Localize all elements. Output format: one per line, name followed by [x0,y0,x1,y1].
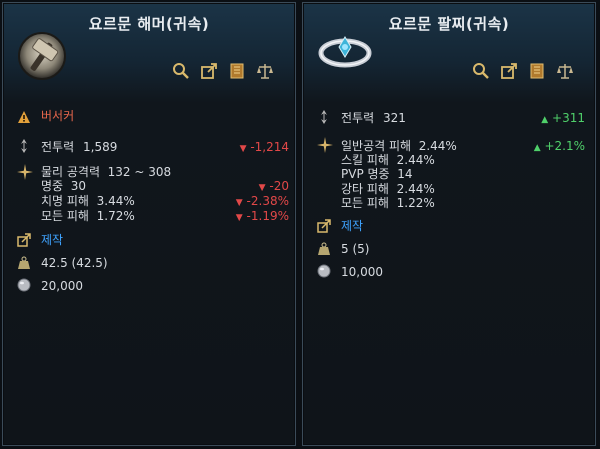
combat-power-label: 전투력 [341,111,375,125]
book-icon[interactable] [227,61,247,81]
search-icon[interactable] [171,61,191,81]
stat-row-3: 치명 피해 3.44% [41,194,135,208]
external-link-icon[interactable] [499,61,519,81]
stat-row-1: 물리 공격력 132 ~ 308 [41,165,172,179]
decrease-icon: ▼ [239,144,247,154]
weight-icon [17,255,31,269]
combat-power-icon [317,109,331,124]
stat-diff-3: ▼ -2.38% [235,194,289,208]
stat-diff-2: ▼ -20 [258,179,289,193]
stat-row-5: 모든 피해 1.22% [341,196,435,210]
combat-power-value: 321 [383,111,406,125]
coin-icon [317,263,331,278]
stat-row-1: 일반공격 피해 2.44% [341,139,457,153]
class-restriction: 버서커 [41,109,75,123]
stat-row-3: PVP 명중 14 [341,167,413,181]
combat-power-diff: ▲ +311 [541,111,585,125]
bracelet-icon [317,31,373,71]
stat-row-2: 명중 30 [41,179,87,193]
price-value: 20,000 [41,279,83,293]
external-link-icon[interactable] [199,61,219,81]
craft-link[interactable]: 제작 [341,219,363,233]
combat-power-value: 1,589 [83,140,118,154]
hammer-icon [17,31,67,81]
book-icon[interactable] [527,61,547,81]
stat-row-4: 강타 피해 2.44% [341,182,435,196]
increase-icon: ▲ [541,115,549,125]
scale-icon[interactable] [555,61,575,81]
stat-diff-4: ▼ -1.19% [235,209,289,223]
craft-icon [17,232,31,247]
weight-icon [317,241,331,255]
price-value: 10,000 [341,265,383,279]
weight-value: 42.5 (42.5) [41,256,108,270]
star-burst-icon [317,137,333,153]
scale-icon[interactable] [255,61,275,81]
search-icon[interactable] [471,61,491,81]
item-tooltip-hammer: 요르문 해머(귀속) 버서커 전투력 1,589 ▼ -1,214 물리 공격력… [2,2,296,446]
combat-power-diff: ▼ -1,214 [239,140,289,154]
item-tooltip-bracelet: 요르문 팔찌(귀속) 전투력 321 ▲ +311 일반공격 피해 2.44% [302,2,596,446]
warning-icon [17,109,31,123]
stat-diff-1: ▲ +2.1% [533,139,585,153]
weight-value: 5 (5) [341,242,370,256]
craft-link[interactable]: 제작 [41,233,63,247]
coin-icon [17,277,31,292]
combat-power-label: 전투력 [41,140,75,154]
stat-row-2: 스킬 피해 2.44% [341,153,435,167]
craft-icon [317,218,331,233]
star-burst-icon [17,164,33,180]
stat-row-4: 모든 피해 1.72% [41,209,135,223]
combat-power-icon [17,138,31,153]
